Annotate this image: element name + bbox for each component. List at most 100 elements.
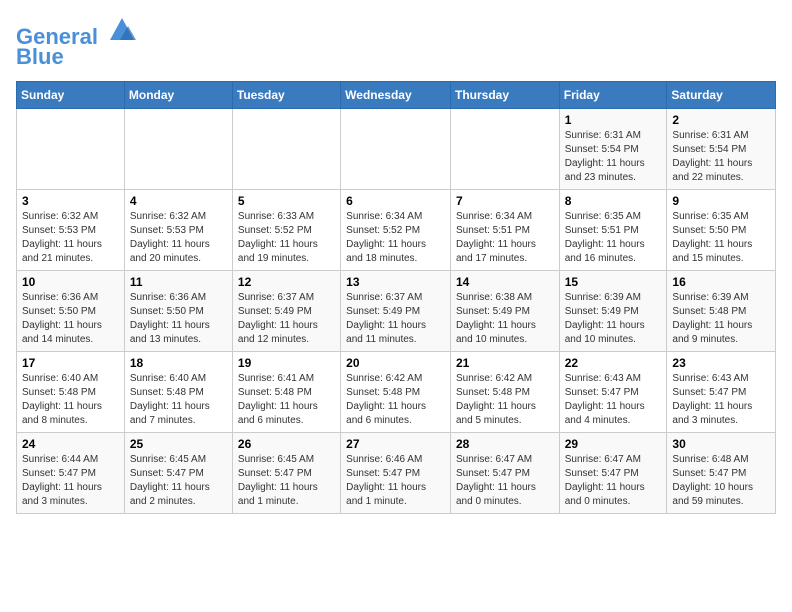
header-cell-wednesday: Wednesday [341,82,451,109]
day-number: 19 [238,356,335,370]
day-info: Sunrise: 6:42 AMSunset: 5:48 PMDaylight:… [456,372,554,428]
day-info: Sunrise: 6:39 AMSunset: 5:49 PMDaylight:… [565,291,662,347]
day-cell: 11 Sunrise: 6:36 AMSunset: 5:50 PMDayligh… [124,271,232,352]
day-info: Sunrise: 6:35 AMSunset: 5:51 PMDaylight:… [565,210,662,266]
day-info: Sunrise: 6:38 AMSunset: 5:49 PMDaylight:… [456,291,554,347]
day-info: Sunrise: 6:37 AMSunset: 5:49 PMDaylight:… [346,291,445,347]
day-info: Sunrise: 6:33 AMSunset: 5:52 PMDaylight:… [238,210,335,266]
day-number: 30 [672,437,770,451]
day-number: 18 [130,356,227,370]
logo: General Blue [16,16,136,69]
header-cell-saturday: Saturday [667,82,776,109]
day-info: Sunrise: 6:43 AMSunset: 5:47 PMDaylight:… [672,372,770,428]
day-info: Sunrise: 6:41 AMSunset: 5:48 PMDaylight:… [238,372,335,428]
day-info: Sunrise: 6:36 AMSunset: 5:50 PMDaylight:… [22,291,119,347]
day-info: Sunrise: 6:36 AMSunset: 5:50 PMDaylight:… [130,291,227,347]
page-header: General Blue [16,16,776,69]
day-number: 26 [238,437,335,451]
day-info: Sunrise: 6:39 AMSunset: 5:48 PMDaylight:… [672,291,770,347]
day-info: Sunrise: 6:45 AMSunset: 5:47 PMDaylight:… [238,453,335,509]
day-info: Sunrise: 6:31 AMSunset: 5:54 PMDaylight:… [672,129,770,185]
week-row-2: 3 Sunrise: 6:32 AMSunset: 5:53 PMDaylight… [17,190,776,271]
day-number: 14 [456,275,554,289]
day-cell: 6Sunrise: 6:34 AMSunset: 5:52 PMDaylight… [341,190,451,271]
header-cell-tuesday: Tuesday [232,82,340,109]
day-info: Sunrise: 6:40 AMSunset: 5:48 PMDaylight:… [22,372,119,428]
day-info: Sunrise: 6:46 AMSunset: 5:47 PMDaylight:… [346,453,445,509]
day-number: 9 [672,194,770,208]
day-cell: 30 Sunrise: 6:48 AMSunset: 5:47 PMDayligh… [667,433,776,514]
day-cell: 19 Sunrise: 6:41 AMSunset: 5:48 PMDayligh… [232,352,340,433]
day-cell: 22 Sunrise: 6:43 AMSunset: 5:47 PMDayligh… [559,352,667,433]
day-number: 22 [565,356,662,370]
day-cell: 5Sunrise: 6:33 AMSunset: 5:52 PMDaylight… [232,190,340,271]
day-cell: 12 Sunrise: 6:37 AMSunset: 5:49 PMDayligh… [232,271,340,352]
header-cell-thursday: Thursday [450,82,559,109]
day-number: 4 [130,194,227,208]
calendar-table: SundayMondayTuesdayWednesdayThursdayFrid… [16,81,776,514]
header-cell-friday: Friday [559,82,667,109]
header-cell-sunday: Sunday [17,82,125,109]
header-cell-monday: Monday [124,82,232,109]
day-number: 1 [565,113,662,127]
day-cell [341,109,451,190]
header-row: SundayMondayTuesdayWednesdayThursdayFrid… [17,82,776,109]
day-cell: 9 Sunrise: 6:35 AMSunset: 5:50 PMDaylight… [667,190,776,271]
day-cell: 23 Sunrise: 6:43 AMSunset: 5:47 PMDayligh… [667,352,776,433]
day-info: Sunrise: 6:40 AMSunset: 5:48 PMDaylight:… [130,372,227,428]
day-cell: 20 Sunrise: 6:42 AMSunset: 5:48 PMDayligh… [341,352,451,433]
week-row-1: 1 Sunrise: 6:31 AMSunset: 5:54 PMDaylight… [17,109,776,190]
day-number: 15 [565,275,662,289]
day-cell: 29 Sunrise: 6:47 AMSunset: 5:47 PMDayligh… [559,433,667,514]
day-info: Sunrise: 6:48 AMSunset: 5:47 PMDaylight:… [672,453,770,509]
day-cell: 10 Sunrise: 6:36 AMSunset: 5:50 PMDayligh… [17,271,125,352]
day-number: 16 [672,275,770,289]
day-cell: 2 Sunrise: 6:31 AMSunset: 5:54 PMDaylight… [667,109,776,190]
week-row-5: 24Sunrise: 6:44 AMSunset: 5:47 PMDayligh… [17,433,776,514]
day-number: 29 [565,437,662,451]
day-cell [124,109,232,190]
day-number: 7 [456,194,554,208]
day-info: Sunrise: 6:43 AMSunset: 5:47 PMDaylight:… [565,372,662,428]
day-number: 17 [22,356,119,370]
day-cell: 17 Sunrise: 6:40 AMSunset: 5:48 PMDayligh… [17,352,125,433]
day-cell: 14 Sunrise: 6:38 AMSunset: 5:49 PMDayligh… [450,271,559,352]
day-info: Sunrise: 6:47 AMSunset: 5:47 PMDaylight:… [456,453,554,509]
calendar-body: 1 Sunrise: 6:31 AMSunset: 5:54 PMDaylight… [17,109,776,514]
day-cell: 28 Sunrise: 6:47 AMSunset: 5:47 PMDayligh… [450,433,559,514]
day-number: 3 [22,194,119,208]
calendar-header: SundayMondayTuesdayWednesdayThursdayFrid… [17,82,776,109]
day-number: 11 [130,275,227,289]
day-number: 12 [238,275,335,289]
day-number: 8 [565,194,662,208]
day-cell: 26 Sunrise: 6:45 AMSunset: 5:47 PMDayligh… [232,433,340,514]
day-info: Sunrise: 6:35 AMSunset: 5:50 PMDaylight:… [672,210,770,266]
day-number: 27 [346,437,445,451]
day-cell: 15 Sunrise: 6:39 AMSunset: 5:49 PMDayligh… [559,271,667,352]
day-number: 23 [672,356,770,370]
day-info: Sunrise: 6:31 AMSunset: 5:54 PMDaylight:… [565,129,662,185]
day-info: Sunrise: 6:45 AMSunset: 5:47 PMDaylight:… [130,453,227,509]
day-number: 10 [22,275,119,289]
day-cell [232,109,340,190]
day-cell: 18 Sunrise: 6:40 AMSunset: 5:48 PMDayligh… [124,352,232,433]
day-cell: 24Sunrise: 6:44 AMSunset: 5:47 PMDayligh… [17,433,125,514]
day-cell: 21Sunrise: 6:42 AMSunset: 5:48 PMDayligh… [450,352,559,433]
day-number: 28 [456,437,554,451]
day-cell: 13Sunrise: 6:37 AMSunset: 5:49 PMDayligh… [341,271,451,352]
day-info: Sunrise: 6:34 AMSunset: 5:51 PMDaylight:… [456,210,554,266]
day-number: 24 [22,437,119,451]
day-cell [17,109,125,190]
day-cell: 16 Sunrise: 6:39 AMSunset: 5:48 PMDayligh… [667,271,776,352]
day-cell: 27 Sunrise: 6:46 AMSunset: 5:47 PMDayligh… [341,433,451,514]
day-number: 20 [346,356,445,370]
day-info: Sunrise: 6:32 AMSunset: 5:53 PMDaylight:… [130,210,227,266]
day-cell: 3Sunrise: 6:32 AMSunset: 5:53 PMDaylight… [17,190,125,271]
week-row-3: 10 Sunrise: 6:36 AMSunset: 5:50 PMDayligh… [17,271,776,352]
week-row-4: 17 Sunrise: 6:40 AMSunset: 5:48 PMDayligh… [17,352,776,433]
day-number: 2 [672,113,770,127]
day-info: Sunrise: 6:47 AMSunset: 5:47 PMDaylight:… [565,453,662,509]
day-info: Sunrise: 6:37 AMSunset: 5:49 PMDaylight:… [238,291,335,347]
day-info: Sunrise: 6:42 AMSunset: 5:48 PMDaylight:… [346,372,445,428]
day-cell [450,109,559,190]
